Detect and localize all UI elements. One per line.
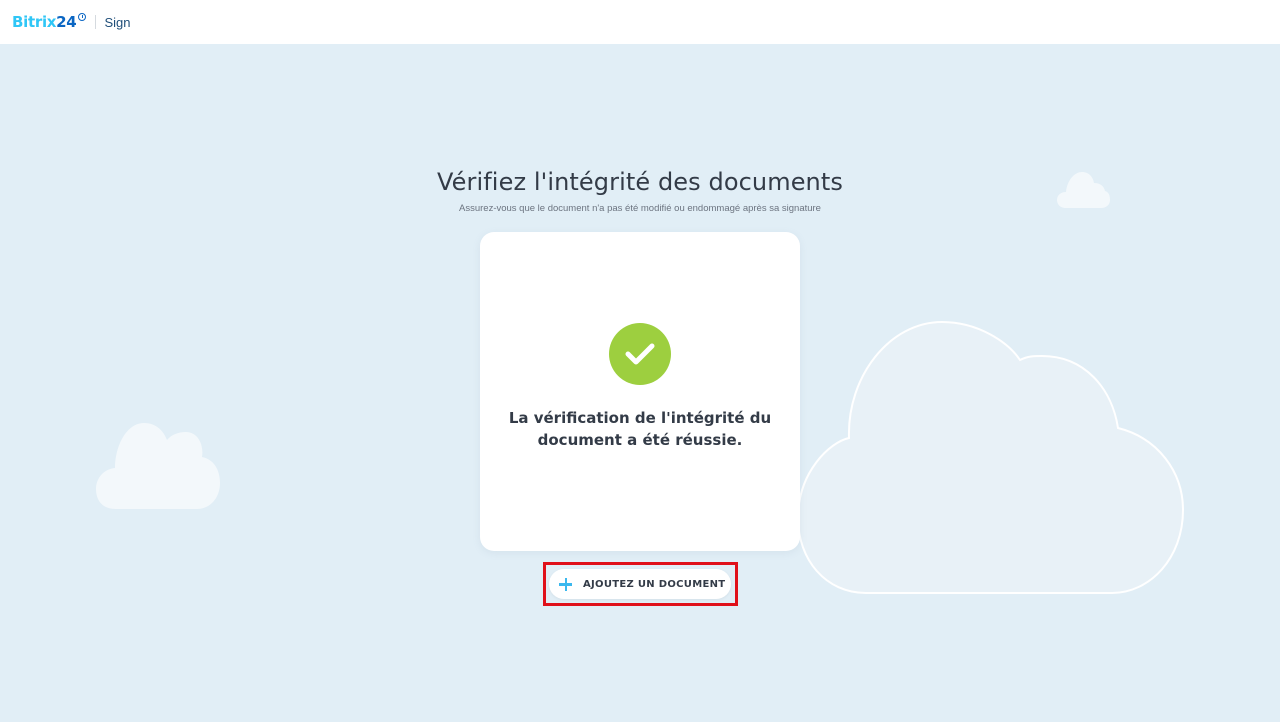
cloud-icon [796, 320, 1185, 594]
verification-card: La vérification de l'intégrité du docume… [480, 232, 800, 551]
success-badge [609, 323, 671, 385]
cloud-icon [96, 423, 220, 509]
add-document-label: AJOUTEZ UN DOCUMENT [583, 578, 726, 590]
clock-icon [78, 13, 87, 21]
product-name[interactable]: Sign [104, 15, 130, 30]
header-divider [95, 15, 97, 29]
verification-result: La vérification de l'intégrité du docume… [508, 409, 772, 449]
plus-icon [559, 577, 572, 591]
page-subtitle: Assurez-vous que le document n'a pas été… [459, 203, 821, 214]
logo-number: 24 [56, 13, 77, 31]
check-icon [625, 343, 655, 365]
add-document-button[interactable]: AJOUTEZ UN DOCUMENT [549, 569, 731, 599]
page-title: Vérifiez l'intégrité des documents [437, 168, 843, 196]
logo-brand: Bitrix [12, 13, 57, 31]
logo[interactable]: Bitrix 24 [12, 13, 87, 31]
top-bar: Bitrix 24 Sign [0, 0, 1280, 44]
